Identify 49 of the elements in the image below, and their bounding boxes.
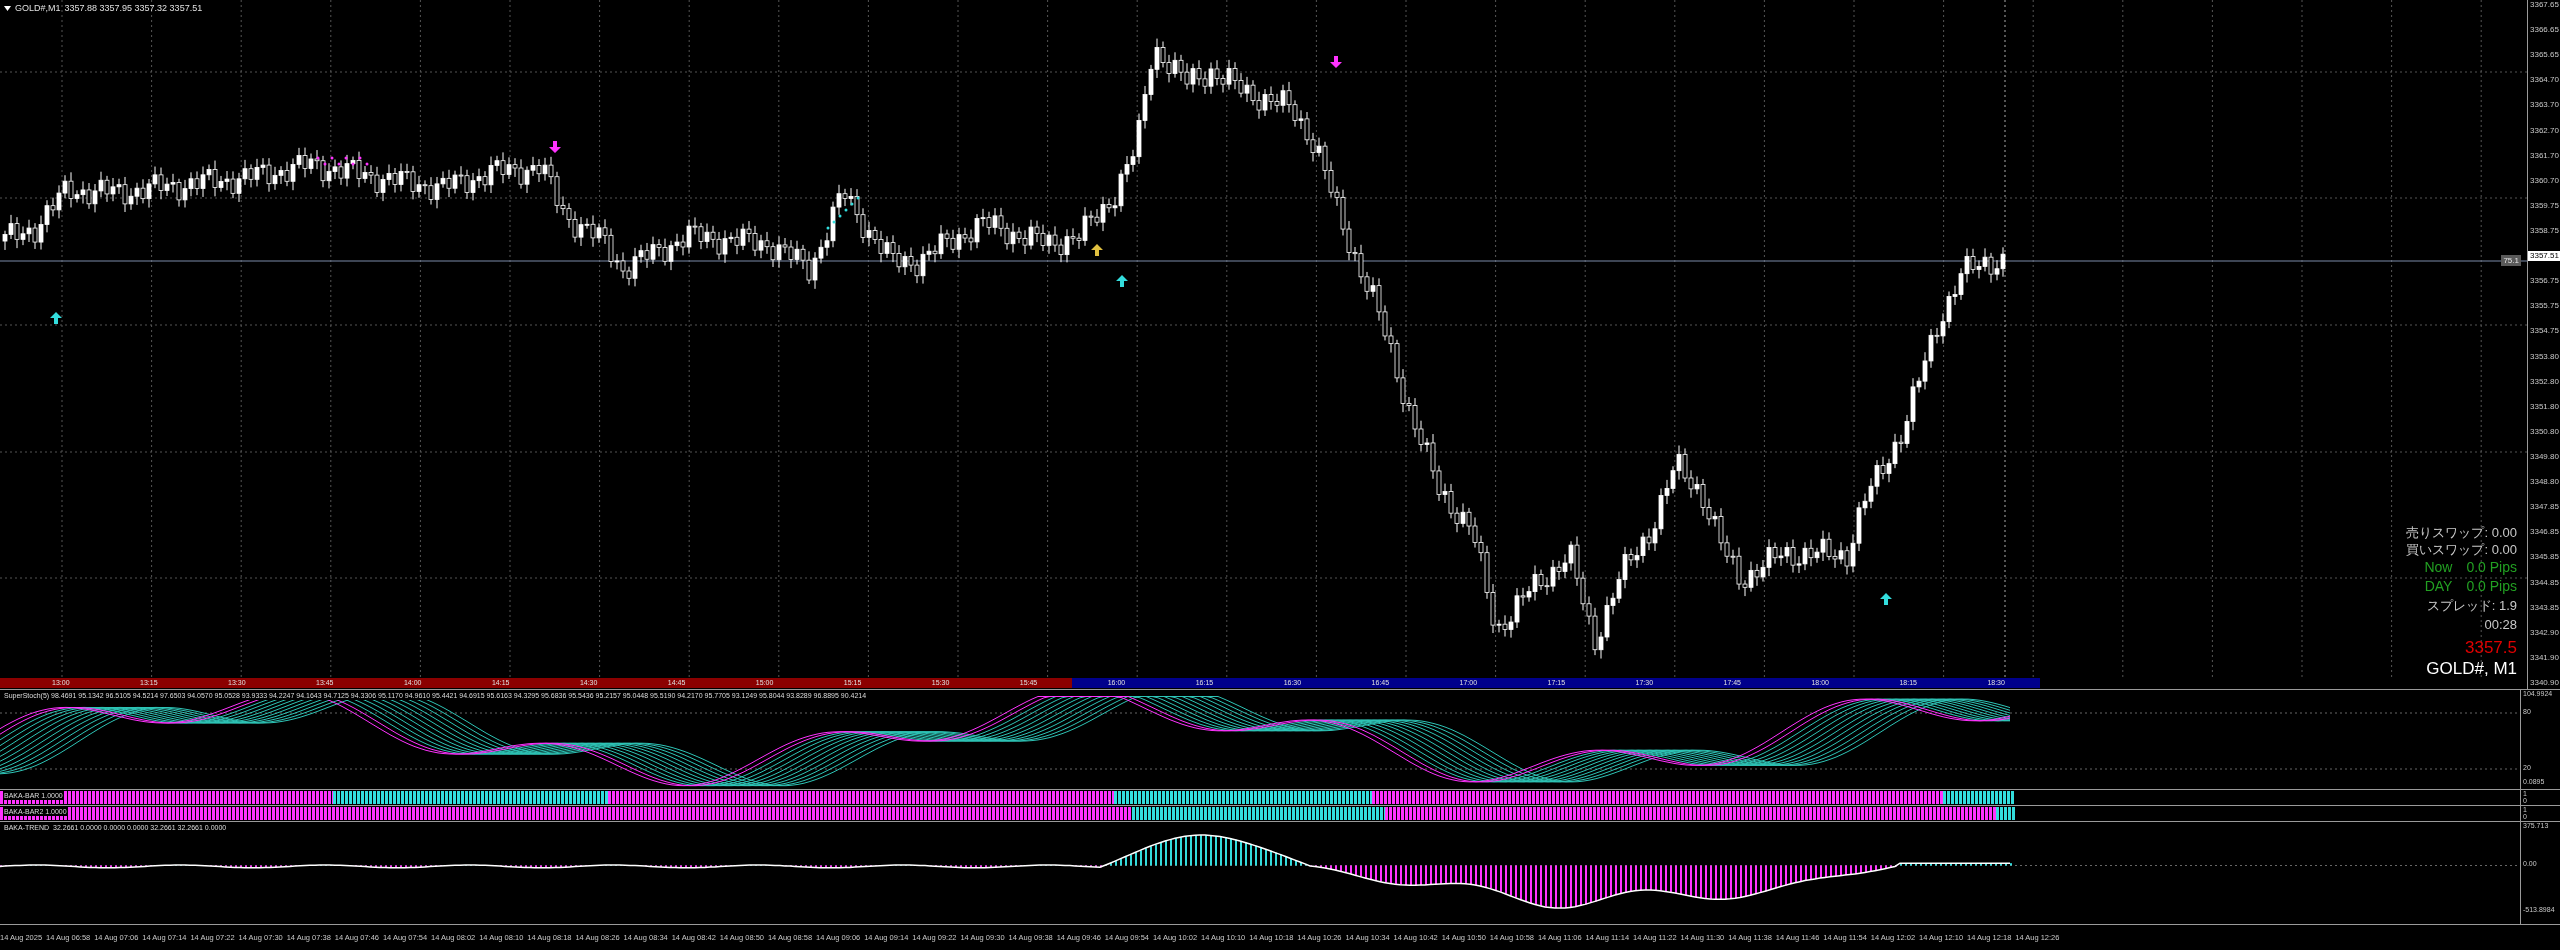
current-price-text: 3357.5 xyxy=(2465,638,2517,658)
ohlc-values: 3357.88 3357.95 3357.32 3357.51 xyxy=(64,3,203,13)
price-axis-label: 3342.90 xyxy=(2529,627,2560,638)
buy-swap-text: 買いスワップ: 0.00 xyxy=(2406,541,2517,558)
price-axis-label: 3340.90 xyxy=(2529,677,2560,688)
line-label: 75.1 xyxy=(2501,255,2521,266)
pips-value: 0.0 Pips xyxy=(2466,558,2517,577)
price-axis-label: 3354.75 xyxy=(2529,326,2560,337)
price-axis-label: 3353.80 xyxy=(2529,351,2560,362)
price-axis-label: 3356.75 xyxy=(2529,276,2560,287)
price-axis-label: 3352.80 xyxy=(2529,376,2560,387)
pips-label: Now xyxy=(2424,558,2453,577)
price-axis-label: 3350.80 xyxy=(2529,426,2560,437)
pips-label: DAY xyxy=(2424,577,2453,596)
price-axis-label: 3345.85 xyxy=(2529,552,2560,563)
session-bar-segment xyxy=(0,678,17,688)
arrow-up-icon xyxy=(1880,593,1892,605)
arrow-up-icon xyxy=(50,312,62,324)
price-axis-label: 3348.80 xyxy=(2529,477,2560,488)
arrow-up-icon xyxy=(1116,275,1128,287)
chart-symbol: GOLD#,M1 xyxy=(15,3,61,13)
price-axis-label: 3367.65 xyxy=(2529,0,2560,10)
pips-value: 0.0 Pips xyxy=(2466,577,2517,596)
price-axis-label: 3364.70 xyxy=(2529,75,2560,86)
arrow-down-icon xyxy=(1330,56,1342,68)
price-axis-label: 3355.75 xyxy=(2529,301,2560,312)
dropdown-triangle-icon[interactable] xyxy=(4,5,11,11)
price-axis-label: 3346.85 xyxy=(2529,527,2560,538)
current-price-label: 3357.51 xyxy=(2528,251,2560,262)
price-axis-label: 3365.65 xyxy=(2529,50,2560,61)
arrow-up-icon xyxy=(1091,244,1103,256)
timer-text: 00:28 xyxy=(2484,616,2517,634)
spread-text: スプレッド: 1.9 xyxy=(2426,597,2517,615)
chart-symbol-text: GOLD#, M1 xyxy=(2426,658,2517,679)
arrow-down-icon xyxy=(549,141,561,153)
price-axis-label: 3366.65 xyxy=(2529,25,2560,36)
price-axis-label: 3351.80 xyxy=(2529,401,2560,412)
price-axis-label: 3361.70 xyxy=(2529,150,2560,161)
price-axis-label: 3362.70 xyxy=(2529,125,2560,136)
price-axis-label: 3343.85 xyxy=(2529,602,2560,613)
price-axis-label: 3363.70 xyxy=(2529,100,2560,111)
price-axis-label: 3360.70 xyxy=(2529,175,2560,186)
sell-swap-text: 売りスワップ: 0.00 xyxy=(2406,524,2517,541)
price-axis-label: 3347.85 xyxy=(2529,502,2560,513)
price-axis-label: 3344.85 xyxy=(2529,577,2560,588)
price-axis-label: 3359.75 xyxy=(2529,200,2560,211)
price-axis-label: 3358.75 xyxy=(2529,226,2560,236)
price-axis-label: 3349.80 xyxy=(2529,451,2560,462)
price-axis-label: 3341.90 xyxy=(2529,652,2560,663)
